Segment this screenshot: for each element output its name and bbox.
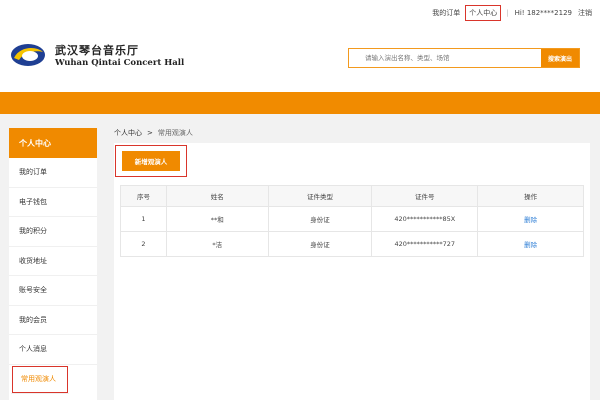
logo-name-cn: 武汉琴台音乐厅 (55, 44, 139, 57)
cell-id-type: 身份证 (267, 206, 373, 232)
top-links: 我的订单 个人中心 | Hi! 182****2129 注销 (432, 5, 592, 21)
breadcrumb: 个人中心 > 常用观演人 (114, 128, 193, 138)
table-header-row: 序号 姓名 证件类型 证件号 操作 (120, 185, 584, 207)
sidebar-item-my-orders[interactable]: 我的订单 (9, 158, 97, 188)
cell-no: 1 (120, 206, 167, 232)
cell-action: 删除 (477, 231, 584, 257)
col-header-no: 序号 (120, 185, 167, 207)
col-header-action: 操作 (477, 185, 584, 207)
divider: | (506, 9, 509, 17)
cell-name: **和 (165, 206, 269, 232)
delete-link[interactable]: 删除 (524, 216, 537, 224)
sidebar-item-messages[interactable]: 个人消息 (9, 335, 97, 365)
user-greeting: Hi! 182****2129 (514, 9, 572, 17)
main-panel: 新增观演人 序号 姓名 证件类型 证件号 操作 1 **和 身份证 420***… (114, 143, 590, 400)
cell-id-number: 420***********85X (371, 206, 479, 232)
search-input[interactable] (349, 49, 541, 67)
cell-no: 2 (120, 231, 167, 257)
sidebar-item-account-security[interactable]: 账号安全 (9, 276, 97, 306)
search-button[interactable]: 搜索演出 (541, 49, 579, 67)
col-header-id-type: 证件类型 (267, 185, 373, 207)
sidebar-item-frequent-attendees[interactable]: 常用观演人 (11, 365, 69, 394)
site-header: 武汉琴台音乐厅 Wuhan Qintai Concert Hall 搜索演出 (0, 22, 600, 92)
my-orders-link[interactable]: 我的订单 (432, 8, 460, 18)
sidebar-item-points[interactable]: 我的积分 (9, 217, 97, 247)
sidebar-item-membership[interactable]: 我的会员 (9, 306, 97, 335)
sidebar-item-address[interactable]: 收货地址 (9, 247, 97, 276)
cell-id-type: 身份证 (267, 231, 373, 257)
cell-id-number: 420***********727 (371, 231, 479, 257)
top-bar: 我的订单 个人中心 | Hi! 182****2129 注销 (0, 0, 600, 22)
table-row: 1 **和 身份证 420***********85X 删除 (120, 206, 584, 232)
logout-link[interactable]: 注销 (578, 8, 592, 18)
breadcrumb-current: 常用观演人 (157, 129, 193, 137)
col-header-name: 姓名 (165, 185, 269, 207)
personal-center-link[interactable]: 个人中心 (465, 5, 502, 21)
add-button-highlight: 新增观演人 (115, 145, 187, 177)
cell-name: *洁 (165, 231, 269, 257)
col-header-id-number: 证件号 (371, 185, 479, 207)
table-row: 2 *洁 身份证 420***********727 删除 (120, 231, 584, 257)
attendee-table: 序号 姓名 证件类型 证件号 操作 1 **和 身份证 420*********… (120, 185, 584, 257)
nav-band (0, 92, 600, 114)
breadcrumb-root[interactable]: 个人中心 (114, 128, 142, 138)
sidebar: 个人中心 我的订单 电子钱包 我的积分 收货地址 账号安全 我的会员 个人消息 … (9, 128, 97, 400)
sidebar-title: 个人中心 (9, 128, 97, 158)
cell-action: 删除 (477, 206, 584, 232)
qintai-logo-icon[interactable] (10, 42, 46, 68)
delete-link[interactable]: 删除 (524, 241, 537, 249)
breadcrumb-separator: > (147, 129, 153, 137)
add-attendee-button[interactable]: 新增观演人 (122, 151, 180, 171)
sidebar-item-e-wallet[interactable]: 电子钱包 (9, 188, 97, 217)
logo-name-en: Wuhan Qintai Concert Hall (55, 58, 185, 68)
search-bar: 搜索演出 (348, 48, 580, 68)
